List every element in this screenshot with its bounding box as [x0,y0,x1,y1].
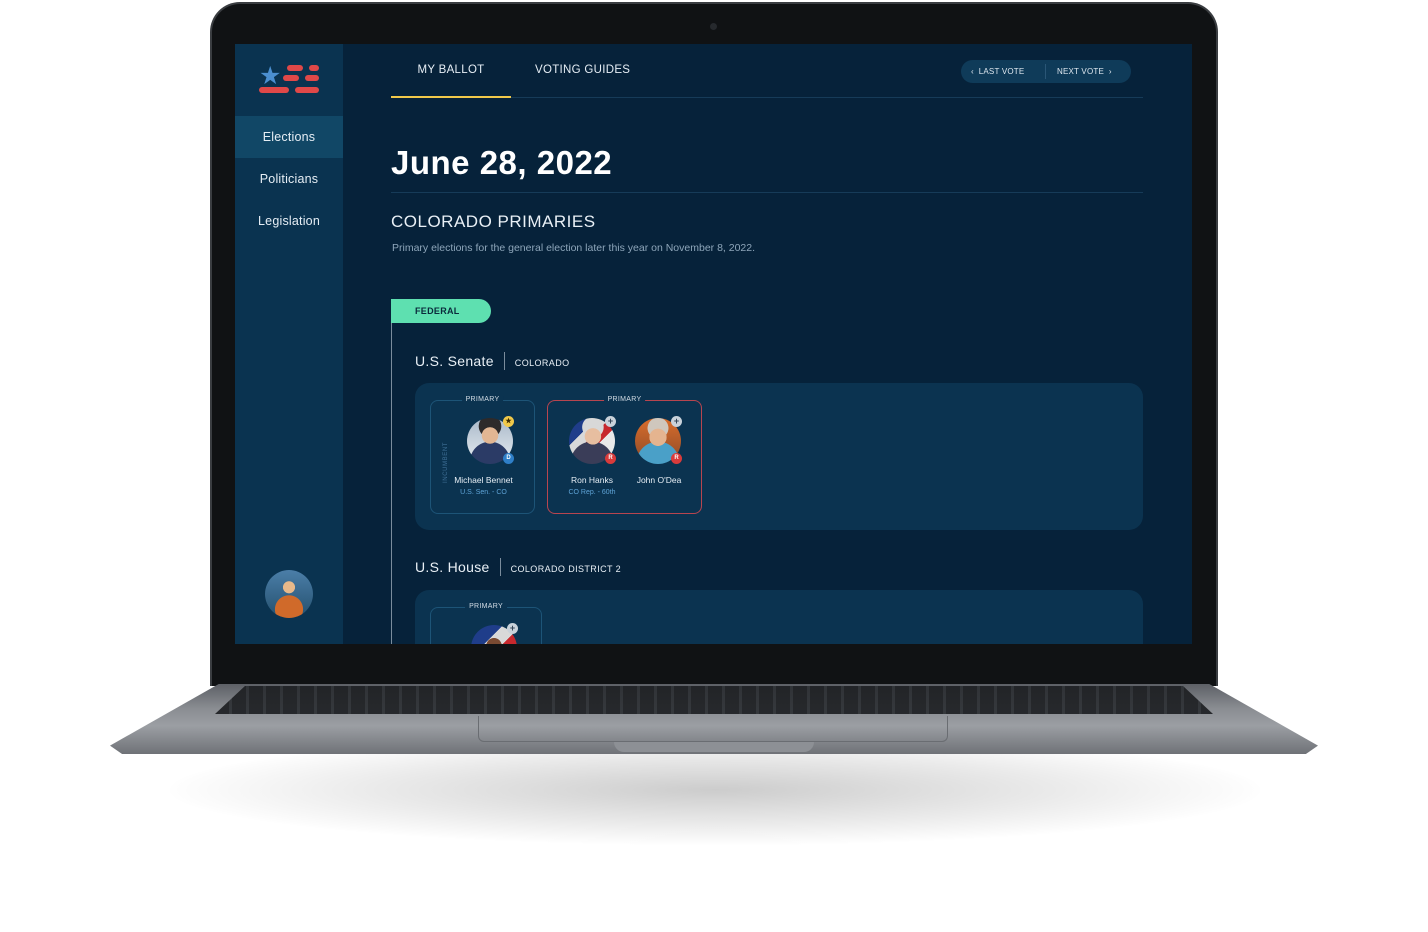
sidebar: ★ Elections Politicians Legislation [235,44,343,644]
sidebar-item-legislation[interactable]: Legislation [235,200,343,242]
add-candidate-icon[interactable]: + [507,623,518,634]
tab-voting-guides[interactable]: VOTING GUIDES [535,44,630,98]
camera-icon [710,23,717,30]
tab-bar: MY BALLOT VOTING GUIDES ‹ LAST VOTE NEXT… [391,44,1143,98]
timeline-line [391,320,392,644]
app-screen: ★ Elections Politicians Legislation MY B… [235,44,1192,644]
sidebar-item-politicians[interactable]: Politicians [235,158,343,200]
race-box-house: PRIMARY + [415,590,1143,644]
candidate-card-incumbent[interactable]: PRIMARY INCUMBENT ★ D Michael Bennet U.S… [430,396,535,514]
party-badge-rep: R [605,453,616,464]
election-date: June 28, 2022 [391,144,613,181]
add-candidate-icon[interactable]: + [605,416,616,427]
laptop-keyboard [215,686,1213,714]
sidebar-item-elections[interactable]: Elections [235,116,343,158]
laptop-notch [614,742,814,752]
party-badge-rep: R [671,453,682,464]
candidate-name: Michael Bennet [454,475,513,485]
candidate-office: U.S. Sen. - CO [460,489,507,496]
candidate-name: John O'Dea [636,475,682,485]
user-avatar[interactable] [265,570,313,618]
election-title: COLORADO PRIMARIES [391,212,596,231]
next-vote-button[interactable]: NEXT VOTE › [1057,60,1112,83]
vote-pager: ‹ LAST VOTE NEXT VOTE › [961,60,1131,83]
race-title-senate: U.S. Senate COLORADO [415,352,570,370]
tab-my-ballot[interactable]: MY BALLOT [391,44,511,98]
race-box-senate: PRIMARY INCUMBENT ★ D Michael Bennet U.S… [415,383,1143,530]
laptop-trackpad [478,716,948,742]
divider [391,192,1143,193]
party-badge-dem: D [503,453,514,464]
star-icon: ★ [259,62,282,90]
candidate-card-primary-group[interactable]: PRIMARY + R Ron Hanks CO Rep. - 60th + R… [547,396,702,514]
last-vote-button[interactable]: ‹ LAST VOTE [971,60,1024,83]
election-description: Primary elections for the general electi… [392,242,756,254]
incumbent-star-icon: ★ [503,416,514,427]
candidate-office: CO Rep. - 60th [568,489,616,496]
add-candidate-icon[interactable]: + [671,416,682,427]
level-pill-federal[interactable]: FEDERAL [391,299,491,323]
race-title-house: U.S. House COLORADO DISTRICT 2 [415,558,622,576]
star-stripes-logo-icon[interactable]: ★ [259,64,321,100]
chevron-left-icon: ‹ [971,67,974,76]
main-content: MY BALLOT VOTING GUIDES ‹ LAST VOTE NEXT… [343,44,1192,644]
chevron-right-icon: › [1108,67,1112,76]
candidate-card-primary[interactable]: PRIMARY + [430,603,542,644]
